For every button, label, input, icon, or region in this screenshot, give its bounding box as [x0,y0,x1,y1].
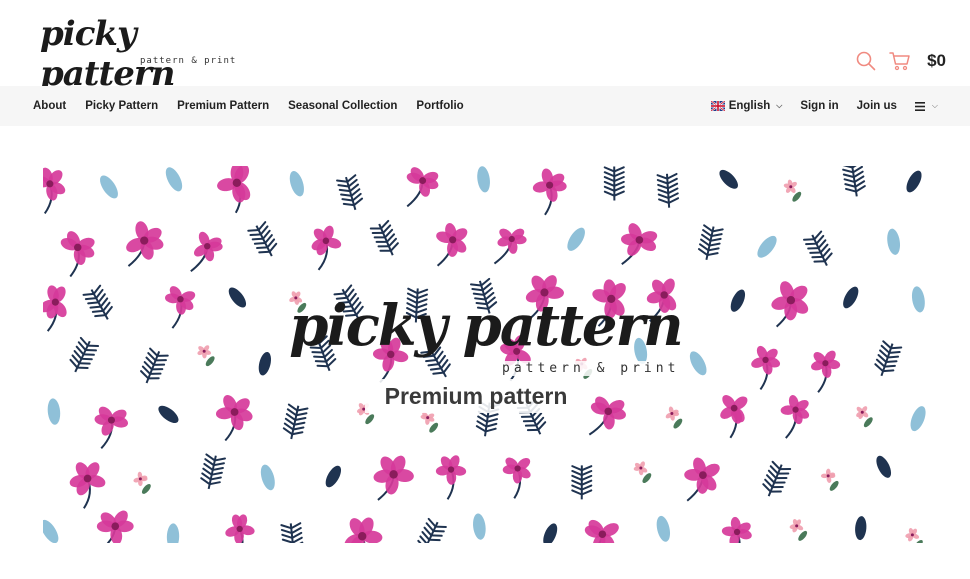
main-nav: About Picky Pattern Premium Pattern Seas… [0,86,970,126]
nav-actions: English ⌵ Sign in Join us ⌵ [710,86,938,126]
logo-wordmark: picky pattern [40,14,175,94]
join-us-link[interactable]: Join us [857,100,897,112]
hamburger-icon [914,101,925,111]
site-header: picky pattern pattern & print $0 [0,0,970,94]
logo[interactable]: picky pattern pattern & print [40,14,240,94]
banner-subtitle: Premium pattern [365,379,587,413]
nav-item-picky-pattern[interactable]: Picky Pattern [85,100,158,112]
logo-tagline: pattern & print [140,56,237,66]
nav-links: About Picky Pattern Premium Pattern Seas… [33,86,464,126]
language-selector[interactable]: English ⌵ [710,100,783,112]
nav-item-seasonal-collection[interactable]: Seasonal Collection [288,100,397,112]
search-icon [856,51,876,71]
banner-title: picky pattern [289,293,683,359]
uk-flag-icon [710,101,725,111]
sign-in-link[interactable]: Sign in [800,100,838,112]
menu-button[interactable]: ⌵ [914,101,938,111]
banner-tagline: pattern & print [498,361,684,376]
cart-total[interactable]: $0 [927,51,946,71]
nav-item-premium-pattern[interactable]: Premium Pattern [177,100,269,112]
nav-item-about[interactable]: About [33,100,66,112]
language-label: English [728,100,771,112]
cart-button[interactable] [889,50,911,72]
header-actions: $0 [855,46,946,76]
chevron-down-icon: ⌵ [776,101,783,110]
hero-banner[interactable]: picky pattern pattern & print Premium pa… [43,166,928,543]
search-button[interactable] [855,50,877,72]
chevron-down-icon: ⌵ [931,101,938,110]
cart-icon [889,52,910,71]
nav-item-portfolio[interactable]: Portfolio [416,100,463,112]
